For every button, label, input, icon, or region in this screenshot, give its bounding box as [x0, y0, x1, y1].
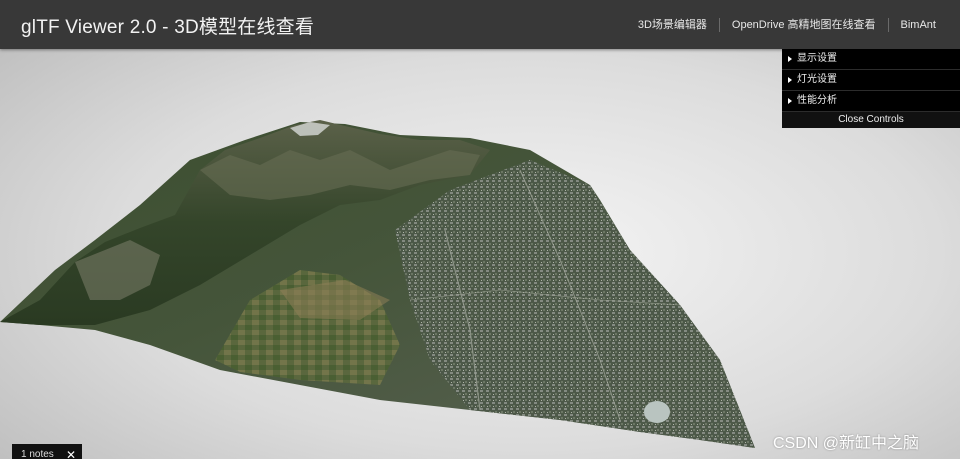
top-navbar: glTF Viewer 2.0 - 3D模型在线查看 3D场景编辑器 OpenD…: [0, 0, 960, 49]
lake: [644, 401, 670, 423]
nav-link-opendrive[interactable]: OpenDrive 高精地图在线查看: [720, 18, 888, 32]
caret-right-icon: [788, 98, 792, 104]
app-title: glTF Viewer 2.0 - 3D模型在线查看: [21, 17, 315, 38]
top-nav-links: 3D场景编辑器 OpenDrive 高精地图在线查看 BimAnt: [626, 0, 948, 49]
folder-label: 显示设置: [797, 53, 837, 64]
nav-link-scene-editor[interactable]: 3D场景编辑器: [626, 18, 719, 32]
caret-right-icon: [788, 77, 792, 83]
close-icon[interactable]: ✕: [66, 444, 76, 459]
caret-right-icon: [788, 56, 792, 62]
folder-display-settings[interactable]: 显示设置: [782, 49, 960, 70]
watermark: CSDN @新缸中之脑: [773, 435, 920, 452]
notes-badge[interactable]: 1 notes ✕: [12, 444, 82, 459]
gui-controls-panel: 显示设置 灯光设置 性能分析 Close Controls: [782, 49, 960, 128]
nav-link-bimant[interactable]: BimAnt: [889, 18, 948, 32]
folder-label: 灯光设置: [797, 74, 837, 85]
folder-label: 性能分析: [797, 95, 837, 106]
folder-performance[interactable]: 性能分析: [782, 91, 960, 112]
folder-light-settings[interactable]: 灯光设置: [782, 70, 960, 91]
close-controls-button[interactable]: Close Controls: [782, 112, 960, 128]
notes-label: 1 notes: [21, 449, 54, 459]
